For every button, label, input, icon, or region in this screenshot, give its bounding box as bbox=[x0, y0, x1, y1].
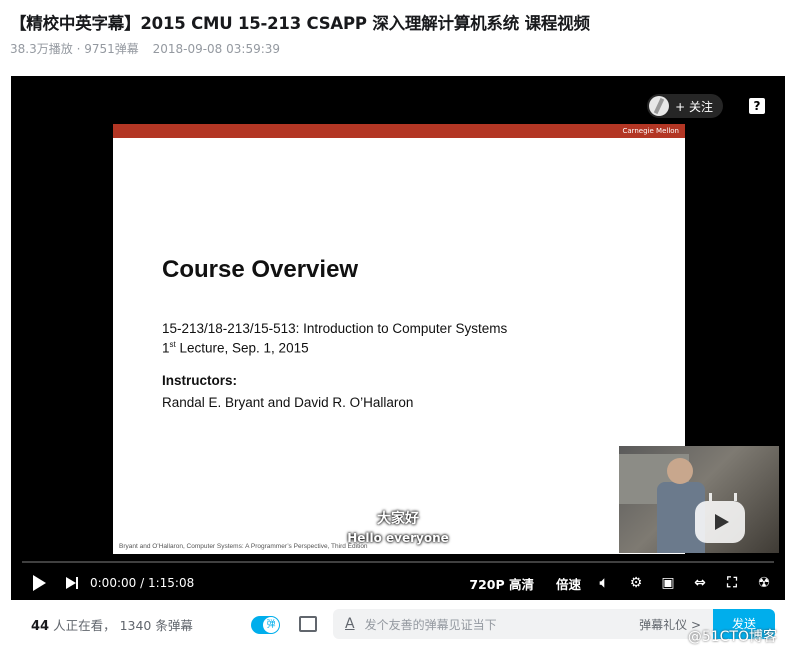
danmaku-input[interactable]: A 发个友善的弹幕见证当下 弹幕礼仪 > bbox=[333, 609, 713, 639]
view-count: 38.3万播放 bbox=[10, 42, 73, 56]
pip-icon[interactable]: ▣ bbox=[659, 574, 677, 592]
follow-label: + 关注 bbox=[675, 99, 713, 114]
volume-icon[interactable]: 🔈︎ bbox=[595, 574, 613, 592]
progress-bar[interactable] bbox=[22, 561, 774, 563]
widescreen-icon[interactable]: ⇔ bbox=[691, 574, 709, 592]
danmaku-placeholder: 发个友善的弹幕见证当下 bbox=[364, 617, 497, 632]
settings-icon[interactable]: ⚙︎ bbox=[627, 574, 645, 592]
danmaku-settings-icon[interactable] bbox=[299, 616, 317, 632]
danmaku-toggle[interactable] bbox=[251, 616, 280, 634]
slide-instructors: Randal E. Bryant and David R. O’Hallaron bbox=[162, 395, 414, 410]
time-display: 0:00:00 / 1:15:08 bbox=[90, 576, 195, 590]
video-meta: 38.3万播放 · 9751弹幕 2018-09-08 03:59:39 bbox=[10, 42, 281, 56]
publish-date: 2018-09-08 03:59:39 bbox=[152, 42, 281, 56]
quality-button[interactable]: 720P 高清 bbox=[469, 574, 534, 593]
video-player[interactable]: + 关注 ? Carnegie Mellon Course Overview 1… bbox=[11, 76, 785, 600]
speed-button[interactable]: 倍速 bbox=[556, 574, 581, 593]
uploader-avatar bbox=[649, 96, 670, 116]
lecture-slide: Carnegie Mellon Course Overview 15-213/1… bbox=[113, 124, 685, 554]
watermark: @51CTO博客 bbox=[687, 629, 777, 645]
player-controls: 0:00:00 / 1:15:08 720P 高清 倍速 🔈︎ ⚙︎ ▣ ⇔ ⛶… bbox=[11, 566, 785, 600]
slide-title: Course Overview bbox=[162, 256, 359, 283]
slide-course-line: 15-213/18-213/15-513: Introduction to Co… bbox=[162, 321, 508, 336]
subtitle-chinese: 大家好 bbox=[377, 511, 419, 527]
video-title: 【精校中英字幕】2015 CMU 15-213 CSAPP 深入理解计算机系统 … bbox=[10, 14, 590, 33]
play-icon[interactable] bbox=[33, 575, 46, 591]
follow-button[interactable]: + 关注 bbox=[647, 94, 723, 118]
viewer-info: 44 人正在看， 1340 条弹幕 bbox=[31, 618, 193, 634]
slide-instructors-label: Instructors: bbox=[162, 373, 238, 388]
slide-header: Carnegie Mellon bbox=[113, 124, 685, 138]
danmaku-count: 9751弹幕 bbox=[84, 42, 139, 56]
font-style-icon[interactable]: A bbox=[345, 616, 355, 632]
danmaku-bar: 44 人正在看， 1340 条弹幕 A 发个友善的弹幕见证当下 弹幕礼仪 > 发… bbox=[11, 600, 785, 649]
next-icon[interactable] bbox=[66, 577, 80, 589]
slide-lecture-line: 1st Lecture, Sep. 1, 2015 bbox=[162, 340, 309, 356]
subtitle-english: Hello everyone bbox=[347, 531, 449, 545]
fullscreen-icon[interactable]: ☢︎ bbox=[755, 574, 773, 592]
web-fullscreen-icon[interactable]: ⛶ bbox=[723, 574, 741, 592]
help-icon[interactable]: ? bbox=[749, 98, 765, 114]
